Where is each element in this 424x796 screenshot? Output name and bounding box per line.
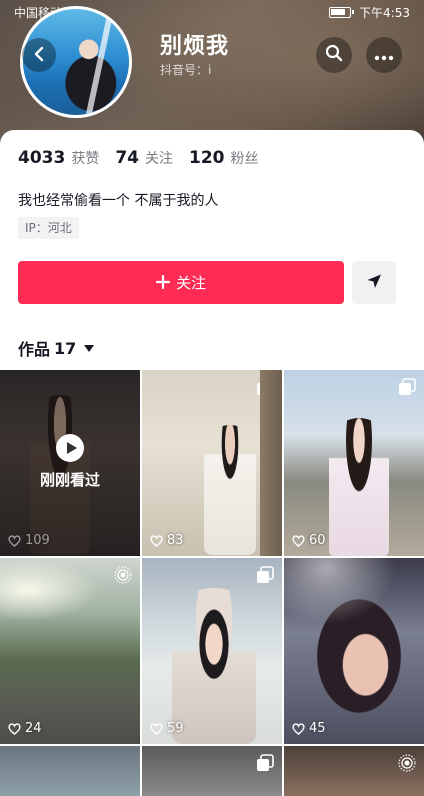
work-tile[interactable] <box>0 746 140 796</box>
stat-value: 120 <box>189 148 225 168</box>
heart-icon <box>292 722 305 735</box>
live-photo-icon <box>114 566 132 584</box>
like-count: 45 <box>292 721 326 736</box>
share-icon <box>366 273 382 293</box>
back-button[interactable] <box>22 38 56 72</box>
more-button[interactable] <box>366 37 402 73</box>
douyin-id: 抖音号：i <box>160 63 212 77</box>
battery-icon <box>329 6 355 18</box>
stat-label: 关注 <box>145 151 173 167</box>
heart-icon <box>8 534 21 547</box>
work-tile[interactable] <box>284 746 424 796</box>
stat-followers[interactable]: 120 粉丝 <box>189 148 259 168</box>
like-count: 59 <box>150 721 184 736</box>
profile-card: 4033 获赞 74 关注 120 粉丝 我也经常偷看一个 不属于我的人 IP：… <box>0 130 424 796</box>
follow-label: 关注 <box>175 274 206 292</box>
like-count-value: 60 <box>309 533 326 548</box>
work-tile[interactable]: 83 <box>142 370 282 556</box>
heart-icon <box>8 722 21 735</box>
heart-icon <box>150 722 163 735</box>
caret-down-icon <box>84 344 95 352</box>
back-icon <box>32 43 46 67</box>
like-count-value: 59 <box>167 721 184 736</box>
ip-location-tag: IP：河北 <box>18 217 79 239</box>
stat-following[interactable]: 74 关注 <box>115 148 173 168</box>
multi-image-icon <box>256 378 274 396</box>
play-icon <box>56 434 84 462</box>
multi-image-icon <box>256 754 274 772</box>
like-count-value: 109 <box>25 533 50 548</box>
live-photo-icon <box>398 754 416 772</box>
stat-likes: 4033 获赞 <box>18 148 99 168</box>
work-tile[interactable]: 59 <box>142 558 282 744</box>
stat-value: 4033 <box>18 148 66 168</box>
stat-label: 粉丝 <box>230 151 259 167</box>
heart-icon <box>150 534 163 547</box>
watched-overlay <box>0 370 140 556</box>
works-count: 17 <box>54 338 77 358</box>
multi-image-icon <box>256 566 274 584</box>
search-button[interactable] <box>316 37 352 73</box>
work-tile[interactable] <box>142 746 282 796</box>
like-count-value: 24 <box>25 721 42 736</box>
work-tile[interactable]: 45 <box>284 558 424 744</box>
work-tile[interactable]: 60 <box>284 370 424 556</box>
nickname: 别烦我 <box>160 34 230 59</box>
like-count-value: 83 <box>167 533 184 548</box>
more-icon <box>374 45 394 66</box>
share-button[interactable] <box>352 261 396 304</box>
like-count-value: 45 <box>309 721 326 736</box>
works-tab-label: 作品 <box>18 340 51 359</box>
like-count: 60 <box>292 533 326 548</box>
clock: 下午4:53 <box>359 5 410 20</box>
heart-icon <box>292 534 305 547</box>
work-tile[interactable]: 24 <box>0 558 140 744</box>
work-tile[interactable]: 刚刚看过 109 <box>0 370 140 556</box>
bio-text: 我也经常偷看一个 不属于我的人 <box>18 193 219 209</box>
follow-button[interactable]: 关注 <box>18 261 344 304</box>
search-icon <box>325 44 343 66</box>
stats-row: 4033 获赞 74 关注 120 粉丝 <box>18 148 259 168</box>
like-count: 109 <box>8 533 50 548</box>
stat-label: 获赞 <box>71 151 100 167</box>
works-grid: 刚刚看过 109 83 60 24 59 45 <box>0 370 424 796</box>
stat-value: 74 <box>115 148 139 168</box>
tab-works[interactable]: 作品 17 <box>18 336 95 360</box>
like-count: 24 <box>8 721 42 736</box>
recently-watched-label: 刚刚看过 <box>39 471 100 489</box>
like-count: 83 <box>150 533 184 548</box>
multi-image-icon <box>398 378 416 396</box>
plus-icon <box>155 272 171 294</box>
